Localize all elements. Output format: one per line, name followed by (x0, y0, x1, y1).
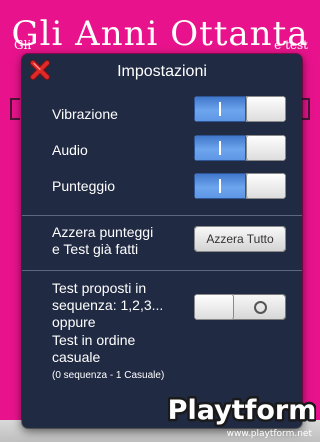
toggle-on-icon (219, 102, 221, 116)
settings-dialog: Impostazioni Vibrazione Audio Punteggio … (22, 54, 302, 428)
background-small-text-left: Gli (14, 38, 32, 52)
dialog-header: Impostazioni (22, 54, 302, 90)
toggle-knob[interactable] (246, 173, 286, 199)
order-label-line5: casuale (52, 349, 101, 365)
vibration-label: Vibrazione (52, 106, 118, 122)
order-label-line1: Test proposti in (52, 280, 147, 296)
playtform-watermark: Playtform www.playtform.net (168, 388, 316, 440)
background-small-text-right: e test (274, 38, 308, 52)
toggle-on-segment (194, 96, 246, 122)
toggle-on-icon (219, 141, 221, 155)
toggle-on-segment (194, 173, 246, 199)
score-toggle[interactable] (194, 173, 286, 199)
reset-all-button[interactable]: Azzera Tutto (194, 226, 286, 252)
vibration-toggle[interactable] (194, 96, 286, 122)
reset-label-line1: Azzera punteggi (52, 224, 154, 240)
dialog-title: Impostazioni (117, 63, 207, 80)
toggle-off-icon (254, 301, 267, 314)
separator (22, 215, 302, 216)
toggle-knob[interactable] (246, 135, 286, 161)
toggle-on-segment (194, 135, 246, 161)
order-label-line3: oppure (52, 314, 96, 330)
toggle-knob[interactable] (194, 294, 234, 320)
audio-toggle[interactable] (194, 135, 286, 161)
separator (22, 270, 302, 271)
order-toggle[interactable] (194, 294, 286, 320)
order-label-line2: sequenza: 1,2,3... (52, 297, 164, 313)
background-decoration-left (10, 98, 20, 120)
watermark-url: www.playtform.net (226, 429, 312, 439)
toggle-knob[interactable] (246, 96, 286, 122)
order-note: (0 sequenza - 1 Casuale) (52, 370, 165, 381)
score-label: Punteggio (52, 178, 116, 194)
playtform-logo: Playtform (168, 393, 316, 429)
svg-text:Playtform: Playtform (168, 395, 316, 426)
reset-label-line2: e Test già fatti (52, 241, 139, 257)
background-app-title: Gli Anni Ottanta (11, 14, 309, 54)
toggle-on-icon (219, 179, 221, 193)
audio-label: Audio (52, 142, 88, 158)
order-label-line4: Test in ordine (52, 332, 136, 348)
